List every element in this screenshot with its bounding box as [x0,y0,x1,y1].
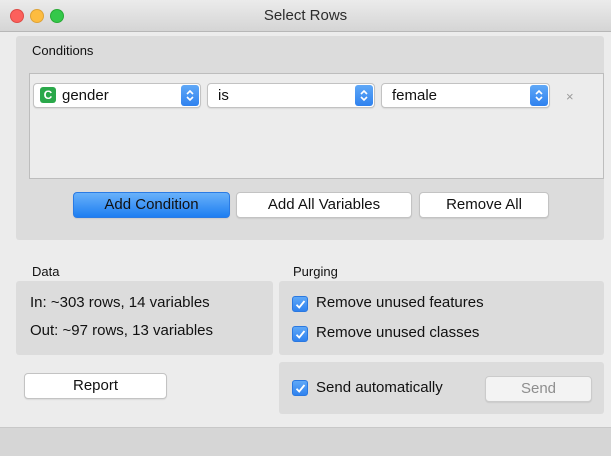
value-value: female [392,87,438,104]
operator-combo[interactable]: is [207,83,375,108]
send-button[interactable]: Send [485,376,592,402]
title-bar: Select Rows [0,0,611,32]
remove-condition-button[interactable]: × [566,89,574,104]
updown-arrows-icon [530,85,548,106]
checkmark-icon [295,330,306,339]
variable-value: gender [62,87,109,104]
remove-unused-classes-label[interactable]: Remove unused classes [316,324,479,341]
conditions-label: Conditions [32,43,94,58]
remove-unused-features-label[interactable]: Remove unused features [316,294,484,311]
purging-label: Purging [293,264,338,279]
report-button[interactable]: Report [24,373,167,399]
window-title: Select Rows [263,7,348,24]
updown-arrows-icon [355,85,373,106]
checkmark-icon [295,384,306,393]
add-all-variables-button[interactable]: Add All Variables [236,192,412,218]
remove-unused-classes-checkbox[interactable] [292,326,308,342]
send-automatically-label[interactable]: Send automatically [316,379,443,396]
send-automatically-checkbox[interactable] [292,380,308,396]
data-label: Data [32,264,60,279]
remove-unused-features-checkbox[interactable] [292,296,308,312]
remove-all-button[interactable]: Remove All [419,192,549,218]
categorical-variable-icon: C [40,87,56,103]
operator-value: is [218,87,229,104]
purging-panel [279,281,604,355]
value-combo[interactable]: female [381,83,550,108]
updown-arrows-icon [181,85,199,106]
status-bar [0,427,611,456]
data-out-text: Out: ~97 rows, 13 variables [30,322,214,339]
checkmark-icon [295,300,306,309]
add-condition-button[interactable]: Add Condition [73,192,230,218]
data-panel [16,281,273,355]
data-in-text: In: ~303 rows, 14 variables [30,294,210,311]
variable-combo[interactable]: C gender [33,83,201,108]
